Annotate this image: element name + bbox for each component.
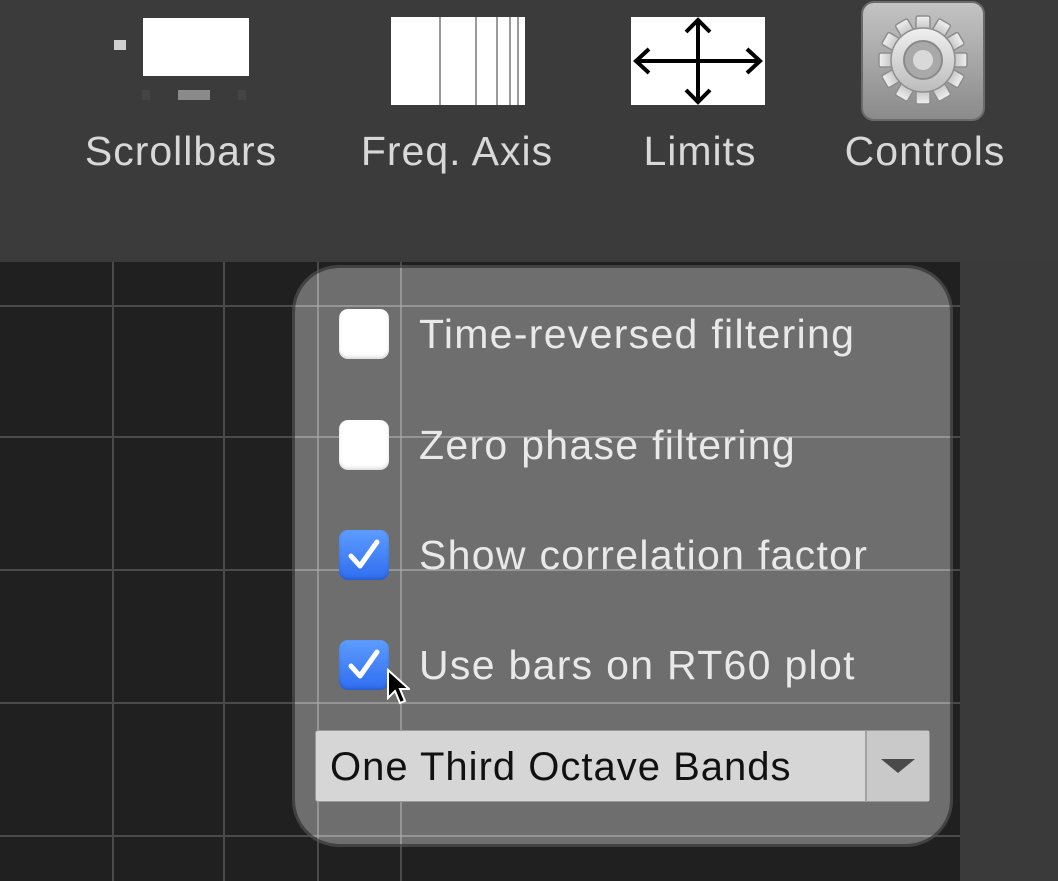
freq-axis-tool-button[interactable]: Freq. Axis xyxy=(346,0,568,190)
move-arrows-icon xyxy=(631,17,765,105)
band-type-value: One Third Octave Bands xyxy=(330,745,792,789)
show-correlation-checkbox[interactable] xyxy=(339,530,389,580)
time-reversed-checkbox[interactable] xyxy=(339,309,389,359)
option-zero-phase-filtering[interactable]: Zero phase filtering xyxy=(339,415,796,475)
option-label: Time-reversed filtering xyxy=(419,310,856,357)
use-bars-checkbox[interactable] xyxy=(339,640,389,690)
freq-axis-icon xyxy=(391,17,525,105)
scrollbars-tool-button[interactable]: Scrollbars xyxy=(70,0,292,190)
option-label: Use bars on RT60 plot xyxy=(419,641,856,688)
option-time-reversed-filtering[interactable]: Time-reversed filtering xyxy=(339,304,855,364)
zero-phase-checkbox[interactable] xyxy=(339,420,389,470)
checkmark-icon xyxy=(348,539,380,569)
option-label: Show correlation factor xyxy=(419,531,869,578)
controls-panel: Time-reversed filtering Zero phase filte… xyxy=(295,268,950,844)
freq-axis-label: Freq. Axis xyxy=(360,128,554,174)
scrollbars-label: Scrollbars xyxy=(84,128,278,174)
option-show-correlation-factor[interactable]: Show correlation factor xyxy=(339,525,868,585)
checkmark-icon xyxy=(348,649,380,679)
select-dropdown-button[interactable] xyxy=(865,731,929,801)
right-margin xyxy=(960,262,1058,881)
chevron-down-icon xyxy=(881,759,915,773)
controls-label: Controls xyxy=(844,128,1006,174)
option-label: Zero phase filtering xyxy=(419,421,796,468)
band-type-select[interactable]: One Third Octave Bands xyxy=(315,730,930,802)
limits-tool-button[interactable]: Limits xyxy=(600,0,800,190)
controls-tool-button[interactable]: Controls xyxy=(822,0,1028,190)
mouse-pointer-icon xyxy=(387,668,410,705)
gear-icon xyxy=(861,1,985,121)
scrollbars-icon xyxy=(114,18,249,100)
option-use-bars-rt60[interactable]: Use bars on RT60 plot xyxy=(339,635,856,695)
toolbar: Scrollbars Freq. Axis Limits Controls xyxy=(0,0,1058,262)
limits-label: Limits xyxy=(643,128,757,174)
